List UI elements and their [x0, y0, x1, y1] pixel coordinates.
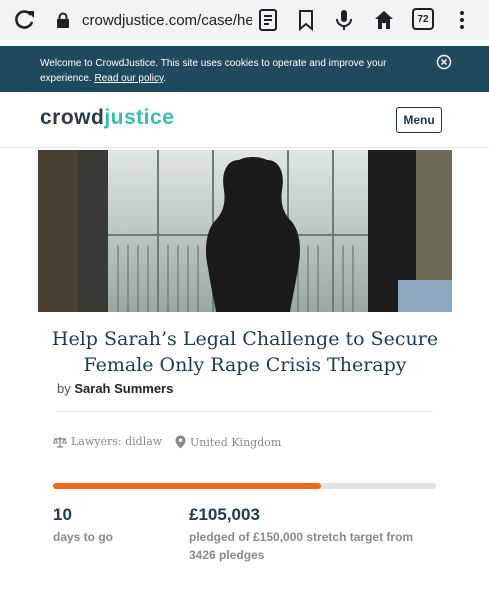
campaign-hero-image	[38, 150, 452, 312]
days-remaining-value: 10	[53, 505, 72, 524]
scales-icon	[53, 436, 67, 448]
divider	[57, 411, 433, 412]
byline: by Sarah Summers	[57, 381, 173, 396]
cookie-policy-link[interactable]: Read our policy	[94, 73, 163, 84]
microphone-icon[interactable]	[332, 8, 356, 32]
lawyers-info: Lawyers: didlaw	[53, 435, 162, 448]
close-icon[interactable]	[436, 54, 452, 70]
days-remaining-label: days to go	[53, 530, 114, 544]
crowdjustice-logo[interactable]: crowdjustice	[40, 106, 174, 130]
campaign-title: Help Sarah’s Legal Challenge to Secure F…	[51, 328, 439, 376]
bookmark-icon[interactable]	[294, 8, 318, 32]
pledged-target-text: pledged of £150,000 stretch target from …	[189, 530, 414, 562]
more-options-icon[interactable]	[450, 8, 474, 32]
silhouette-window-image	[38, 150, 452, 312]
browser-toolbar: crowdjustice.com/case/help 72	[0, 0, 489, 40]
menu-button[interactable]: Menu	[396, 107, 442, 133]
logo-crowd: crowd	[40, 106, 105, 129]
cookie-banner: Welcome to CrowdJustice. This site uses …	[0, 46, 489, 92]
reload-icon[interactable]	[10, 6, 38, 34]
amount-raised: £105,003	[189, 505, 260, 524]
url-text: crowdjustice.com/case/help	[82, 11, 252, 29]
lock-icon	[57, 12, 69, 28]
cookie-text: Welcome to CrowdJustice. This site uses …	[40, 58, 387, 84]
home-icon[interactable]	[372, 8, 396, 32]
cookie-message: Welcome to CrowdJustice. This site uses …	[40, 58, 387, 84]
location-info: United Kingdom	[175, 435, 281, 449]
logo-justice: justice	[104, 106, 175, 129]
location-text: United Kingdom	[190, 435, 282, 449]
reader-mode-icon[interactable]	[256, 8, 280, 32]
funding-progress-bar	[53, 483, 436, 489]
tab-count-button[interactable]: 72	[412, 8, 434, 30]
by-label: by	[57, 381, 71, 396]
funding-progress-fill	[53, 483, 322, 489]
location-pin-icon	[175, 435, 186, 449]
lawyers-text[interactable]: Lawyers: didlaw	[71, 435, 162, 448]
author-name[interactable]: Sarah Summers	[74, 381, 173, 396]
